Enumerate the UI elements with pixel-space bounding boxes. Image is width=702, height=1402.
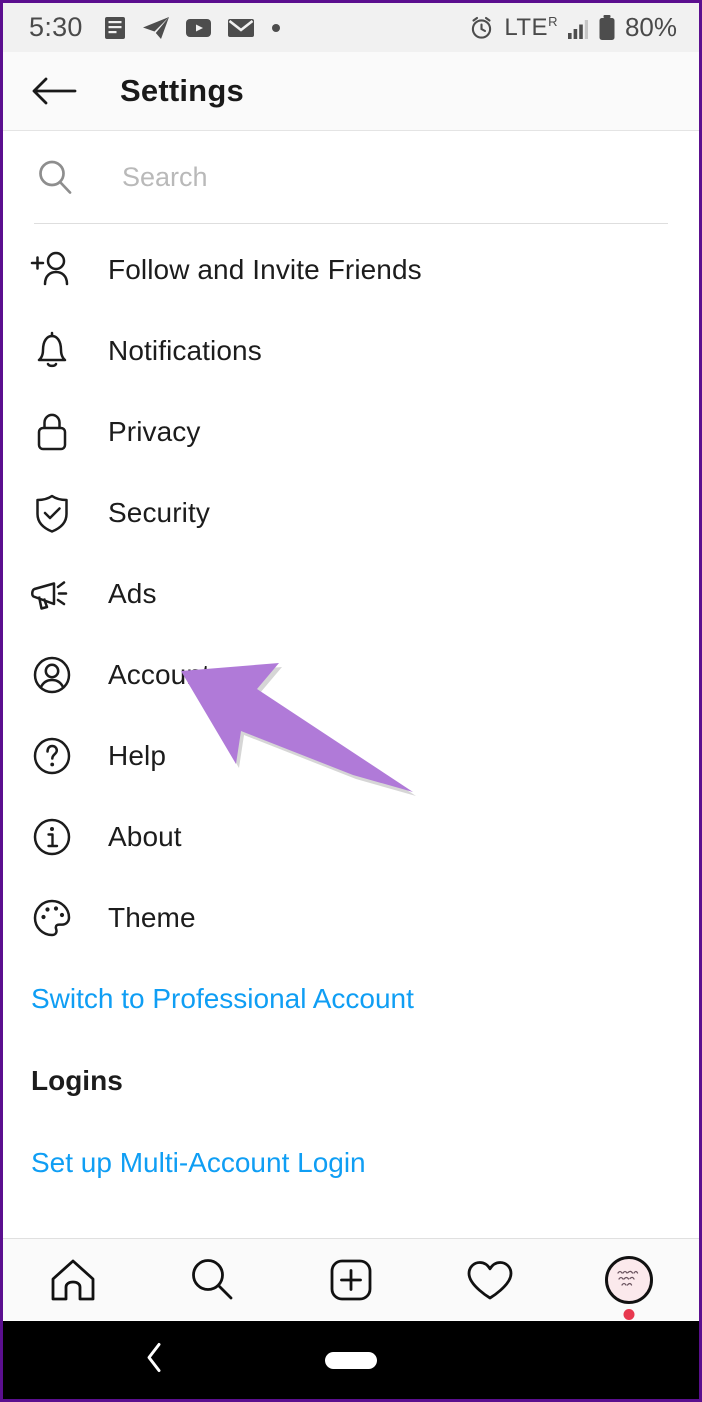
signal-bars-icon	[567, 16, 589, 40]
shield-check-icon	[29, 490, 75, 536]
battery-percentage: 80%	[624, 12, 677, 42]
search-input[interactable]	[122, 161, 602, 193]
home-icon	[47, 1255, 99, 1305]
back-button[interactable]	[27, 64, 81, 118]
settings-item-label: Notifications	[108, 334, 262, 366]
palette-icon	[29, 895, 75, 941]
android-home-pill[interactable]	[325, 1351, 377, 1369]
heart-icon	[464, 1256, 516, 1304]
status-bar-clock: 5:30	[29, 12, 83, 42]
status-bar-system-icons: LTER 80%	[468, 12, 677, 43]
switch-to-professional-account-link[interactable]: Switch to Professional Account	[3, 958, 699, 1040]
profile-avatar	[601, 1252, 657, 1320]
settings-item-about[interactable]: About	[3, 796, 699, 877]
settings-list: Follow and Invite Friends Notifications …	[3, 224, 699, 958]
status-bar-notification-icons	[103, 15, 282, 41]
settings-item-label: About	[108, 820, 182, 852]
nav-profile-button[interactable]	[589, 1248, 669, 1320]
logins-section-header: Logins	[31, 1065, 123, 1096]
notification-dot-badge	[623, 1308, 635, 1320]
nav-activity-button[interactable]	[450, 1248, 530, 1312]
settings-item-label: Account	[108, 658, 210, 690]
settings-item-theme[interactable]: Theme	[3, 877, 699, 958]
nav-add-post-button[interactable]	[311, 1248, 391, 1312]
settings-item-follow-and-invite-friends[interactable]: Follow and Invite Friends	[3, 229, 699, 310]
android-navigation-bar	[3, 1321, 699, 1399]
lock-icon	[29, 409, 75, 455]
youtube-icon	[185, 16, 212, 40]
settings-item-label: Help	[108, 739, 166, 771]
network-type-label: LTER	[504, 13, 558, 41]
app-header: Settings	[3, 52, 699, 131]
settings-item-label: Security	[108, 496, 210, 528]
settings-item-ads[interactable]: Ads	[3, 553, 699, 634]
settings-item-label: Follow and Invite Friends	[108, 253, 422, 285]
search-icon	[35, 157, 79, 197]
bottom-navigation-bar	[3, 1238, 699, 1320]
status-bar: 5:30 LTER 80%	[3, 3, 699, 52]
add-post-icon	[326, 1255, 376, 1305]
page-title: Settings	[120, 73, 244, 108]
android-back-button[interactable]	[143, 1341, 165, 1380]
megaphone-icon	[29, 571, 75, 617]
settings-item-account[interactable]: Account	[3, 634, 699, 715]
avatar	[605, 1255, 654, 1304]
nav-home-button[interactable]	[33, 1248, 113, 1312]
info-circle-icon	[29, 814, 75, 860]
question-circle-icon	[29, 733, 75, 779]
roaming-indicator: R	[548, 13, 558, 29]
bell-icon	[29, 328, 75, 374]
set-up-multi-account-login-link[interactable]: Set up Multi-Account Login	[3, 1122, 699, 1204]
settings-item-label: Privacy	[108, 415, 201, 447]
chevron-left-icon	[143, 1341, 165, 1375]
more-dot-icon	[270, 22, 282, 34]
gmail-icon	[227, 17, 255, 39]
settings-item-security[interactable]: Security	[3, 472, 699, 553]
battery-icon	[598, 14, 616, 42]
news-article-icon	[103, 15, 127, 41]
user-circle-icon	[29, 652, 75, 698]
settings-content: Follow and Invite Friends Notifications …	[3, 131, 699, 1241]
search-icon	[187, 1255, 237, 1305]
arrow-left-icon	[31, 74, 77, 108]
search-bar[interactable]	[35, 131, 667, 223]
telegram-icon	[142, 15, 170, 41]
nav-search-button[interactable]	[172, 1248, 252, 1312]
settings-item-help[interactable]: Help	[3, 715, 699, 796]
settings-item-privacy[interactable]: Privacy	[3, 391, 699, 472]
settings-item-label: Theme	[108, 901, 196, 933]
phone-screen: 5:30 LTER 80% Settings Search Follow and…	[0, 0, 702, 1402]
alarm-clock-icon	[468, 14, 495, 41]
settings-item-notifications[interactable]: Notifications	[3, 310, 699, 391]
person-add-icon	[29, 247, 75, 293]
settings-item-label: Ads	[108, 577, 157, 609]
